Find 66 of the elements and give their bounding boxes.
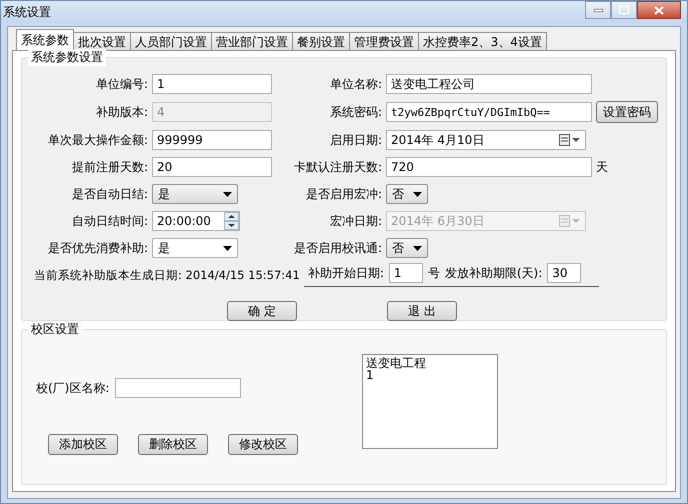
caret-icon — [413, 246, 422, 250]
field-label: 单次最大操作金额: — [46, 132, 148, 148]
caret-icon — [223, 246, 232, 250]
tab[interactable]: 餐别设置 — [292, 32, 350, 50]
tab[interactable]: 营业部门设置 — [211, 32, 293, 50]
caret-icon — [223, 192, 232, 196]
tab[interactable]: 管理费设置 — [349, 32, 419, 50]
close-icon — [654, 6, 664, 14]
date-picker[interactable]: 2014年 4月10日 — [386, 130, 586, 150]
input-field[interactable] — [115, 378, 242, 398]
time-spin-field[interactable]: 20:00:00 — [152, 211, 240, 231]
tab[interactable]: 系统参数 — [16, 29, 74, 50]
field-label: 补助开始日期: — [308, 264, 384, 282]
field-label: 是否启用校讯通: — [292, 240, 382, 256]
tab[interactable]: 批次设置 — [73, 32, 131, 50]
input-field[interactable]: 999999 — [152, 130, 272, 150]
list-item[interactable]: 送变电工程 — [366, 357, 494, 369]
dropdown[interactable]: 否 — [386, 184, 428, 204]
caret-icon — [413, 192, 422, 196]
field-label: 补助版本: — [94, 104, 148, 120]
input-field[interactable]: 720 — [386, 157, 592, 177]
tab[interactable]: 水控费率2、3、4设置 — [418, 32, 547, 50]
campus-button[interactable]: 删除校区 — [138, 434, 208, 455]
minimize-button[interactable] — [585, 1, 611, 19]
dialog-button[interactable]: 退 出 — [387, 301, 457, 321]
calendar-icon — [559, 215, 581, 227]
maximize-icon — [619, 6, 629, 14]
close-button[interactable] — [637, 1, 681, 19]
set-password-button[interactable]: 设置密码 — [596, 101, 658, 123]
unit-label: 天 — [596, 158, 608, 176]
field-label: 宏冲日期: — [328, 212, 382, 230]
tab[interactable]: 人员部门设置 — [130, 32, 212, 50]
campus-button[interactable]: 修改校区 — [228, 434, 298, 455]
input-field[interactable]: 1 — [388, 263, 423, 283]
field-label: 自动日结时间: — [70, 212, 148, 230]
field-label: 系统密码: — [328, 104, 382, 120]
field-label: 提前注册天数: — [70, 158, 148, 176]
dialog-button[interactable]: 确 定 — [227, 301, 297, 321]
window-title: 系统设置 — [3, 4, 51, 20]
input-field[interactable]: 20 — [152, 157, 272, 177]
field-label: 是否自动日结: — [70, 186, 148, 202]
field-label: 启用日期: — [328, 132, 382, 148]
unit-label: 号 — [428, 264, 440, 282]
dropdown[interactable]: 是 — [152, 238, 238, 258]
version-info-text: 当前系统补助版本生成日期: 2014/4/15 15:57:41 — [34, 268, 300, 282]
field-label: 是否启用宏冲: — [304, 186, 382, 202]
input-field[interactable]: t2yw6ZBpqrCtuY/DGImIbQ== — [386, 102, 592, 122]
group-title: 系统参数设置 — [28, 49, 106, 66]
field-label: 单位编号: — [94, 76, 148, 92]
campus-button[interactable]: 添加校区 — [48, 434, 118, 455]
input-field[interactable]: 送变电工程公司 — [386, 74, 592, 94]
input-field[interactable]: 1 — [152, 74, 272, 94]
dropdown[interactable]: 否 — [386, 238, 428, 258]
minimize-icon — [594, 8, 602, 12]
input-field[interactable]: 30 — [547, 263, 582, 283]
dropdown[interactable]: 是 — [152, 184, 238, 204]
calendar-icon — [559, 134, 581, 146]
group-title: 校区设置 — [28, 321, 82, 338]
list-item[interactable]: 1 — [366, 369, 494, 381]
field-label: 卡默认注册天数: — [292, 158, 382, 176]
field-label: 发放补助期限(天): — [444, 264, 542, 282]
field-label: 单位名称: — [328, 76, 382, 92]
spin-arrows-icon[interactable] — [224, 212, 239, 230]
field-label: 是否优先消费补助: — [46, 240, 148, 256]
field-label: 校(厂)区名称: — [36, 380, 110, 396]
list-box[interactable]: 送变电工程 1 — [362, 354, 498, 449]
